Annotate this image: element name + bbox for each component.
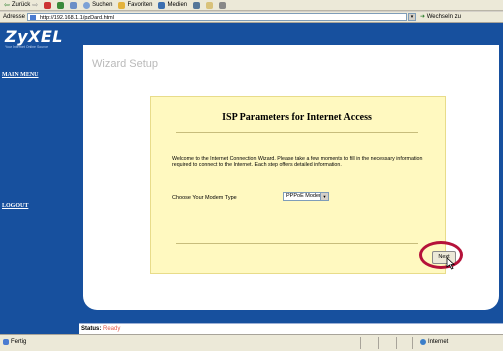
welcome-text: Welcome to the Internet Connection Wizar… xyxy=(172,156,423,169)
home-icon[interactable] xyxy=(70,1,78,9)
status-label: Status: xyxy=(81,326,102,332)
search-label: Suchen xyxy=(92,2,113,8)
header-band xyxy=(79,23,503,45)
mail-icon[interactable] xyxy=(206,1,214,9)
logout-link[interactable]: LOGOUT xyxy=(2,203,28,209)
go-button[interactable]: ➜ Wechseln zu xyxy=(420,12,461,22)
media-button[interactable]: Medien xyxy=(158,1,188,9)
chevron-down-icon: ▼ xyxy=(320,193,328,200)
panel-title: ISP Parameters for Internet Access xyxy=(222,112,372,123)
status-separator xyxy=(396,337,397,349)
status-separator xyxy=(360,337,361,349)
page-icon xyxy=(30,15,36,20)
security-zone-label: Internet xyxy=(428,339,449,345)
print-icon[interactable] xyxy=(219,1,227,9)
favorites-icon xyxy=(118,1,126,9)
stop-icon[interactable] xyxy=(44,1,52,9)
security-zone: Internet xyxy=(420,339,448,345)
refresh-icon[interactable] xyxy=(57,1,65,9)
media-icon xyxy=(158,1,166,9)
back-button[interactable]: ⇦ Zurück ⇨ xyxy=(4,1,38,9)
main-menu-link[interactable]: MAIN MENU xyxy=(2,72,39,78)
media-label: Medien xyxy=(167,2,188,8)
search-icon xyxy=(83,1,91,9)
logo-tagline: Your Internet Online Source xyxy=(5,45,49,49)
sidebar xyxy=(0,23,79,334)
go-label: Wechseln zu xyxy=(426,14,461,20)
address-url: http://192.168.1.1/pzDard.html xyxy=(40,15,114,21)
browser-toolbar: ⇦ Zurück ⇨ Suchen Favoriten Medien xyxy=(0,0,503,11)
browser-status-text: Fertig xyxy=(3,339,26,345)
divider xyxy=(176,243,418,244)
globe-icon xyxy=(420,339,426,345)
back-arrow-icon: ⇦ xyxy=(4,2,10,9)
favorites-button[interactable]: Favoriten xyxy=(118,1,153,9)
favorites-label: Favoriten xyxy=(127,2,153,8)
page-done-icon xyxy=(3,339,9,345)
modem-type-label: Choose Your Modem Type xyxy=(172,195,237,201)
status-value: Ready xyxy=(103,326,121,332)
address-label: Adresse xyxy=(3,14,26,20)
status-separator xyxy=(378,337,379,349)
browser-status-label: Fertig xyxy=(11,339,27,345)
forward-arrow-icon[interactable]: ⇨ xyxy=(32,1,38,9)
back-label: Zurück xyxy=(11,2,31,8)
status-separator xyxy=(412,337,413,349)
address-bar: Adresse http://192.168.1.1/pzDard.html ▾… xyxy=(0,12,503,23)
address-dropdown-button[interactable]: ▾ xyxy=(408,13,416,21)
modem-type-select[interactable]: PPPoE Modem ▼ xyxy=(283,192,329,201)
highlight-ring xyxy=(419,241,463,269)
zyxel-logo: ZyXEL xyxy=(5,27,63,46)
search-button[interactable]: Suchen xyxy=(83,1,113,9)
go-arrow-icon: ➜ xyxy=(420,14,426,20)
page-title: Wizard Setup xyxy=(92,58,159,70)
divider xyxy=(176,132,418,133)
history-icon[interactable] xyxy=(193,1,201,9)
browser-status-bar: Fertig Internet xyxy=(0,334,503,351)
mouse-cursor-icon xyxy=(446,257,456,275)
modem-type-value: PPPoE Modem xyxy=(286,193,324,199)
address-input[interactable]: http://192.168.1.1/pzDard.html xyxy=(27,13,407,21)
